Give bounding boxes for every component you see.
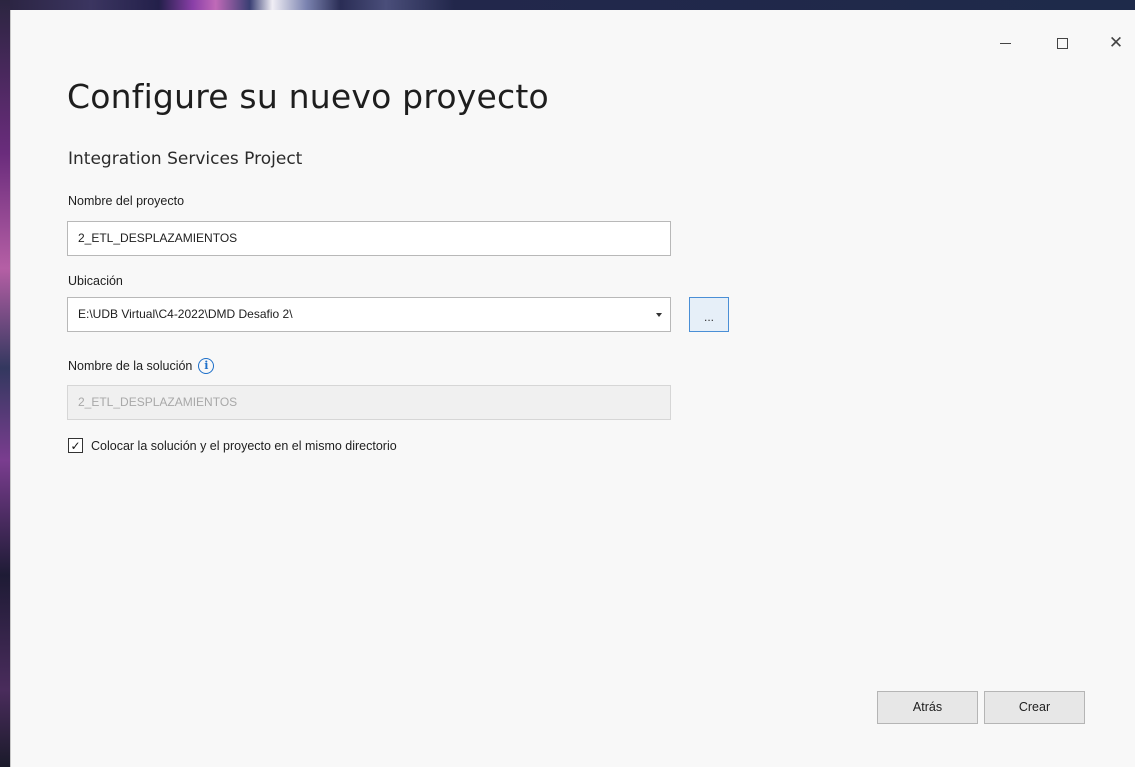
dialog-window: ✕ Configure su nuevo proyecto Integratio…	[10, 10, 1135, 767]
project-type-subtitle: Integration Services Project	[68, 149, 303, 169]
same-directory-checkbox[interactable]: ✓	[68, 438, 83, 453]
minimize-button[interactable]	[982, 28, 1028, 58]
maximize-button[interactable]	[1039, 28, 1085, 58]
browse-button[interactable]: ...	[689, 297, 729, 332]
close-button[interactable]: ✕	[1093, 28, 1135, 58]
solution-name-input: 2_ETL_DESPLAZAMIENTOS	[67, 385, 671, 420]
desktop-background-top	[0, 0, 1135, 10]
desktop-background-left	[0, 0, 10, 767]
project-name-label: Nombre del proyecto	[68, 194, 185, 208]
close-icon: ✕	[1108, 32, 1124, 53]
project-name-input[interactable]: 2_ETL_DESPLAZAMIENTOS	[67, 221, 671, 256]
solution-name-label-row: Nombre de la solución i	[68, 358, 215, 374]
same-directory-option[interactable]: ✓ Colocar la solución y el proyecto en e…	[68, 438, 397, 453]
maximize-icon	[1056, 37, 1068, 49]
location-combobox[interactable]: E:\UDB Virtual\C4-2022\DMD Desafio 2\	[67, 297, 671, 332]
location-label: Ubicación	[68, 274, 123, 288]
location-value: E:\UDB Virtual\C4-2022\DMD Desafio 2\	[78, 307, 293, 321]
back-button[interactable]: Atrás	[877, 691, 978, 724]
solution-name-label: Nombre de la solución	[68, 359, 193, 373]
same-directory-label: Colocar la solución y el proyecto en el …	[91, 438, 397, 453]
checkmark-icon: ✓	[70, 438, 81, 453]
create-button[interactable]: Crear	[984, 691, 1085, 724]
page-title: Configure su nuevo proyecto	[67, 77, 549, 116]
chevron-down-icon[interactable]	[656, 312, 662, 317]
info-icon[interactable]: i	[198, 358, 215, 374]
minimize-icon	[999, 42, 1011, 44]
